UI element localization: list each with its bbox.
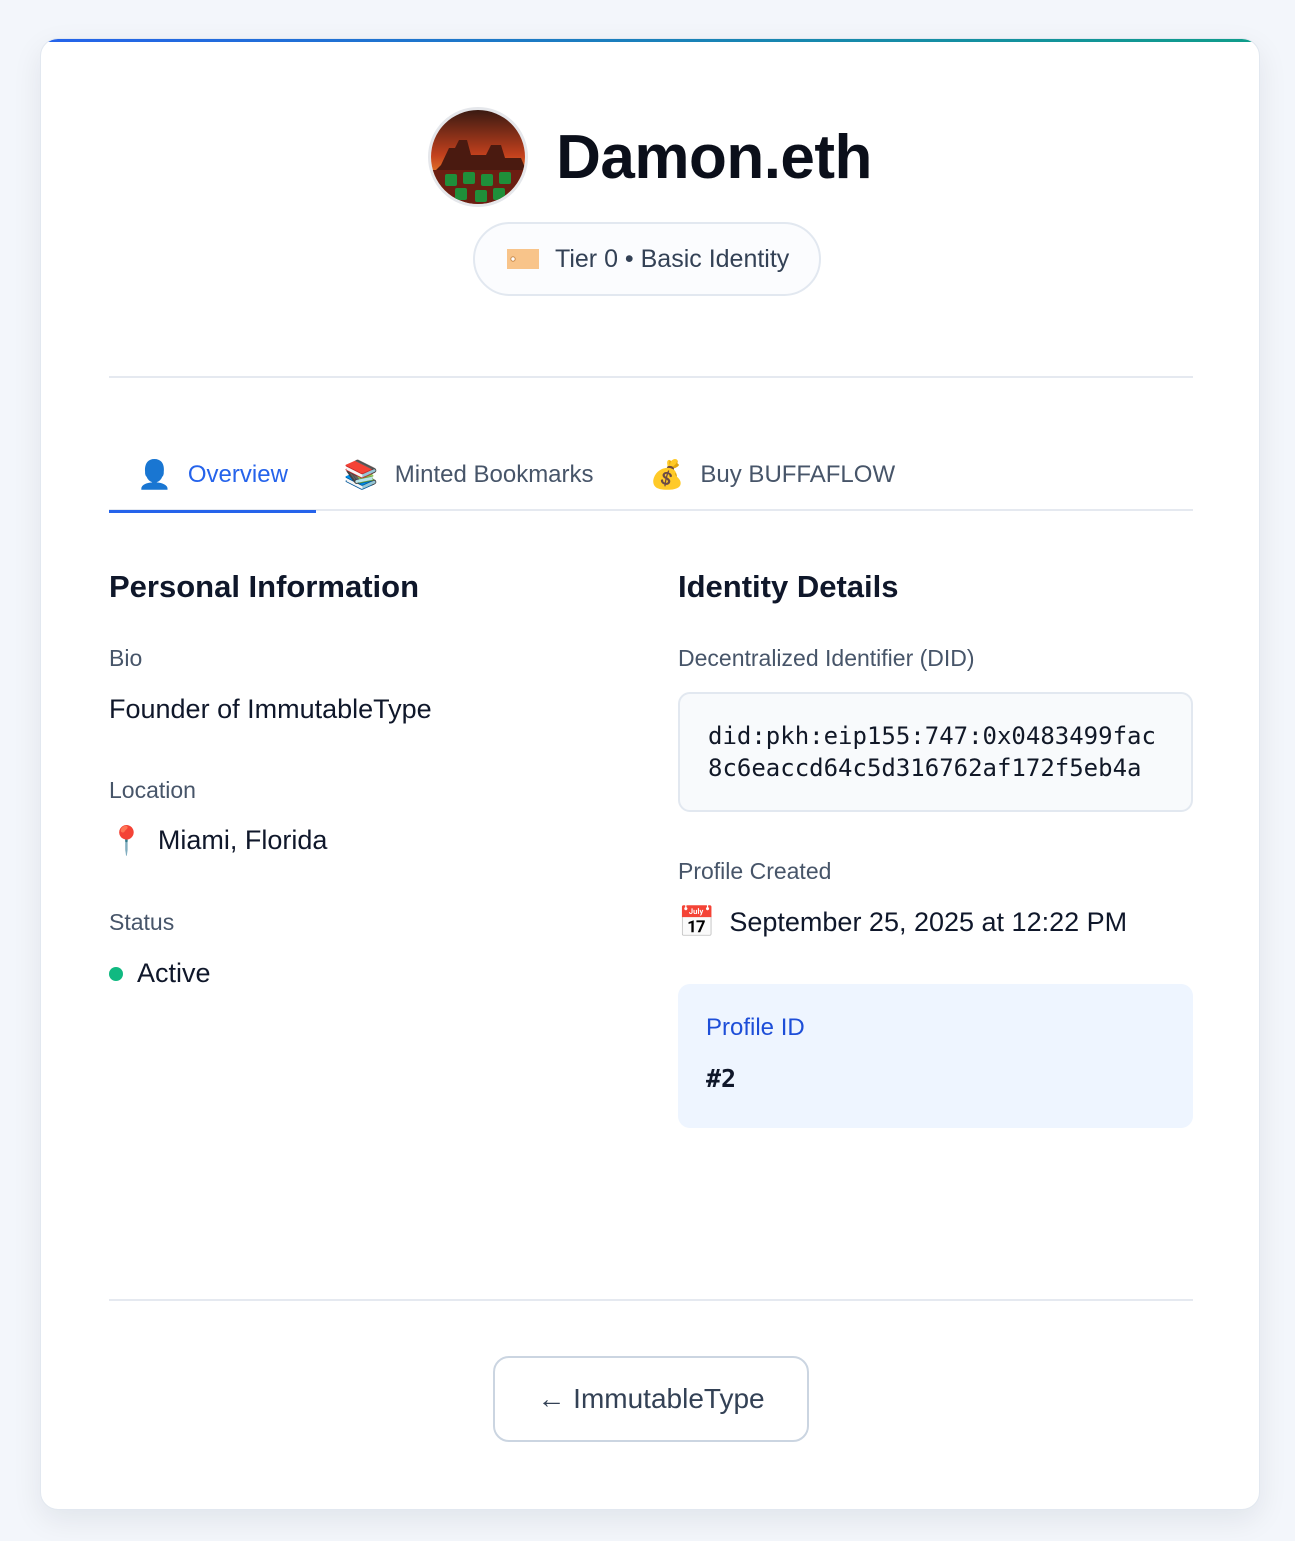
card-accent-bar	[41, 39, 1259, 42]
status-value-row: Active	[109, 958, 609, 989]
profile-id-box: Profile ID #2	[678, 984, 1193, 1128]
profile-created-row: 📅 September 25, 2025 at 12:22 PM	[678, 905, 1193, 940]
back-to-immutabletype-button[interactable]: ← ImmutableType	[493, 1356, 809, 1442]
profile-created-label: Profile Created	[678, 858, 832, 884]
avatar-image	[431, 110, 526, 204]
personal-information-title: Personal Information	[109, 569, 420, 604]
tag-icon	[507, 249, 539, 269]
header-divider	[109, 376, 1193, 378]
avatar	[428, 107, 529, 207]
profile-created-value: September 25, 2025 at 12:22 PM	[729, 907, 1128, 937]
tab-overview-label: Overview	[187, 461, 288, 488]
profile-header: Damon.eth	[41, 107, 1259, 207]
person-icon: 👤	[137, 459, 172, 490]
identity-details-section: Identity Details Decentralized Identifie…	[678, 569, 1193, 1128]
tier-badge: Tier 0 • Basic Identity	[473, 222, 822, 296]
personal-information-section: Personal Information Bio Founder of Immu…	[109, 569, 609, 989]
tab-minted-bookmarks-label: Minted Bookmarks	[394, 461, 594, 488]
status-label: Status	[109, 909, 175, 935]
profile-id-value: #2	[706, 1064, 737, 1093]
pin-icon: 📍	[109, 825, 144, 856]
location-value-row: 📍 Miami, Florida	[109, 824, 609, 857]
tab-minted-bookmarks[interactable]: 📚 Minted Bookmarks	[316, 439, 622, 511]
profile-id-label: Profile ID	[706, 1014, 805, 1041]
did-value[interactable]: did:pkh:eip155:747:0x0483499fac8c6eaccd6…	[678, 692, 1193, 812]
status-dot-icon	[109, 966, 123, 981]
did-label: Decentralized Identifier (DID)	[678, 645, 975, 671]
bio-value: Founder of ImmutableType	[109, 694, 432, 724]
calendar-icon: 📅	[678, 906, 716, 939]
money-bag-icon: 💰	[649, 459, 685, 490]
footer-divider	[109, 1299, 1193, 1301]
location-value: Miami, Florida	[157, 825, 328, 855]
tier-badge-label: Tier 0 • Basic Identity	[555, 244, 790, 273]
bio-label: Bio	[109, 645, 143, 671]
profile-name: Damon.eth	[556, 122, 872, 192]
tab-buy-buffaflow-label: Buy BUFFAFLOW	[700, 461, 896, 488]
tab-bar: 👤 Overview 📚 Minted Bookmarks 💰 Buy BUFF…	[109, 439, 1193, 513]
status-value: Active	[137, 958, 211, 988]
identity-details-title: Identity Details	[678, 569, 899, 604]
tab-buy-buffaflow[interactable]: 💰 Buy BUFFAFLOW	[622, 439, 924, 511]
profile-card: Damon.eth Tier 0 • Basic Identity 👤 Over…	[40, 38, 1260, 1510]
books-icon: 📚	[343, 459, 379, 490]
tab-overview[interactable]: 👤 Overview	[109, 439, 316, 513]
location-label: Location	[109, 777, 196, 803]
